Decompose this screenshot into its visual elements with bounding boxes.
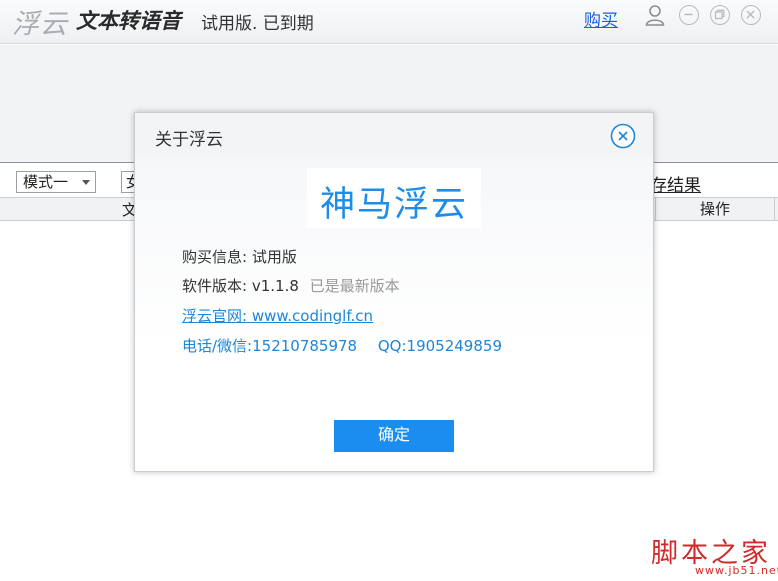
dropdown-arrow-icon [82, 180, 90, 185]
column-header-operations: 操作 [655, 198, 775, 220]
dialog-body: 神马浮云 购买信息: 试用版 软件版本: v1.1.8 已是最新版本 浮云官网:… [135, 157, 653, 471]
title-bar: 浮云 文本转语音 试用版. 已到期 购买 [0, 0, 778, 44]
website-label: 浮云官网: [182, 307, 248, 325]
purchase-info: 购买信息: 试用版 [182, 246, 297, 267]
minimize-icon[interactable] [679, 5, 699, 25]
product-logo-text: 神马浮云 [319, 185, 468, 225]
buy-link[interactable]: 购买 [584, 6, 618, 31]
app-title: 文本转语音 [76, 8, 181, 33]
version-info: 软件版本: v1.1.8 已是最新版本 [182, 275, 400, 296]
qq-label: QQ: [377, 337, 407, 355]
user-icon[interactable] [645, 4, 665, 26]
about-dialog: 关于浮云 神马浮云 购买信息: 试用版 软件版本: v1.1.8 已是最新版本 … [134, 112, 654, 472]
dialog-close-icon[interactable] [610, 123, 636, 149]
version-status: 已是最新版本 [309, 277, 400, 295]
phone-value: 15210785978 [252, 337, 358, 355]
website-link[interactable]: 浮云官网: www.codinglf.cn [182, 305, 373, 326]
restore-icon[interactable] [710, 5, 730, 25]
mode-select[interactable]: 模式一 [16, 171, 96, 193]
trial-status: 试用版. 已到期 [201, 14, 314, 34]
mode-select-value: 模式一 [23, 173, 69, 191]
save-result-link[interactable]: 存结果 [650, 171, 701, 196]
ok-button[interactable]: 确定 [334, 420, 454, 452]
contact-info: 电话/微信:15210785978 QQ:1905249859 [182, 335, 502, 356]
product-logo: 神马浮云 [307, 168, 481, 228]
watermark-url: www.jb51.net [695, 564, 778, 577]
dialog-header: 关于浮云 [135, 113, 653, 157]
brand-logo: 浮云 [12, 9, 68, 40]
website-url: www.codinglf.cn [251, 307, 374, 325]
dialog-title: 关于浮云 [155, 130, 223, 150]
purchase-info-label: 购买信息: [182, 248, 248, 266]
qq-value: 1905249859 [406, 337, 502, 355]
version-label: 软件版本: [182, 277, 248, 295]
version-value: v1.1.8 [251, 277, 299, 295]
purchase-info-value: 试用版 [251, 248, 297, 266]
close-icon[interactable] [741, 5, 761, 25]
phone-label: 电话/微信: [182, 337, 253, 355]
